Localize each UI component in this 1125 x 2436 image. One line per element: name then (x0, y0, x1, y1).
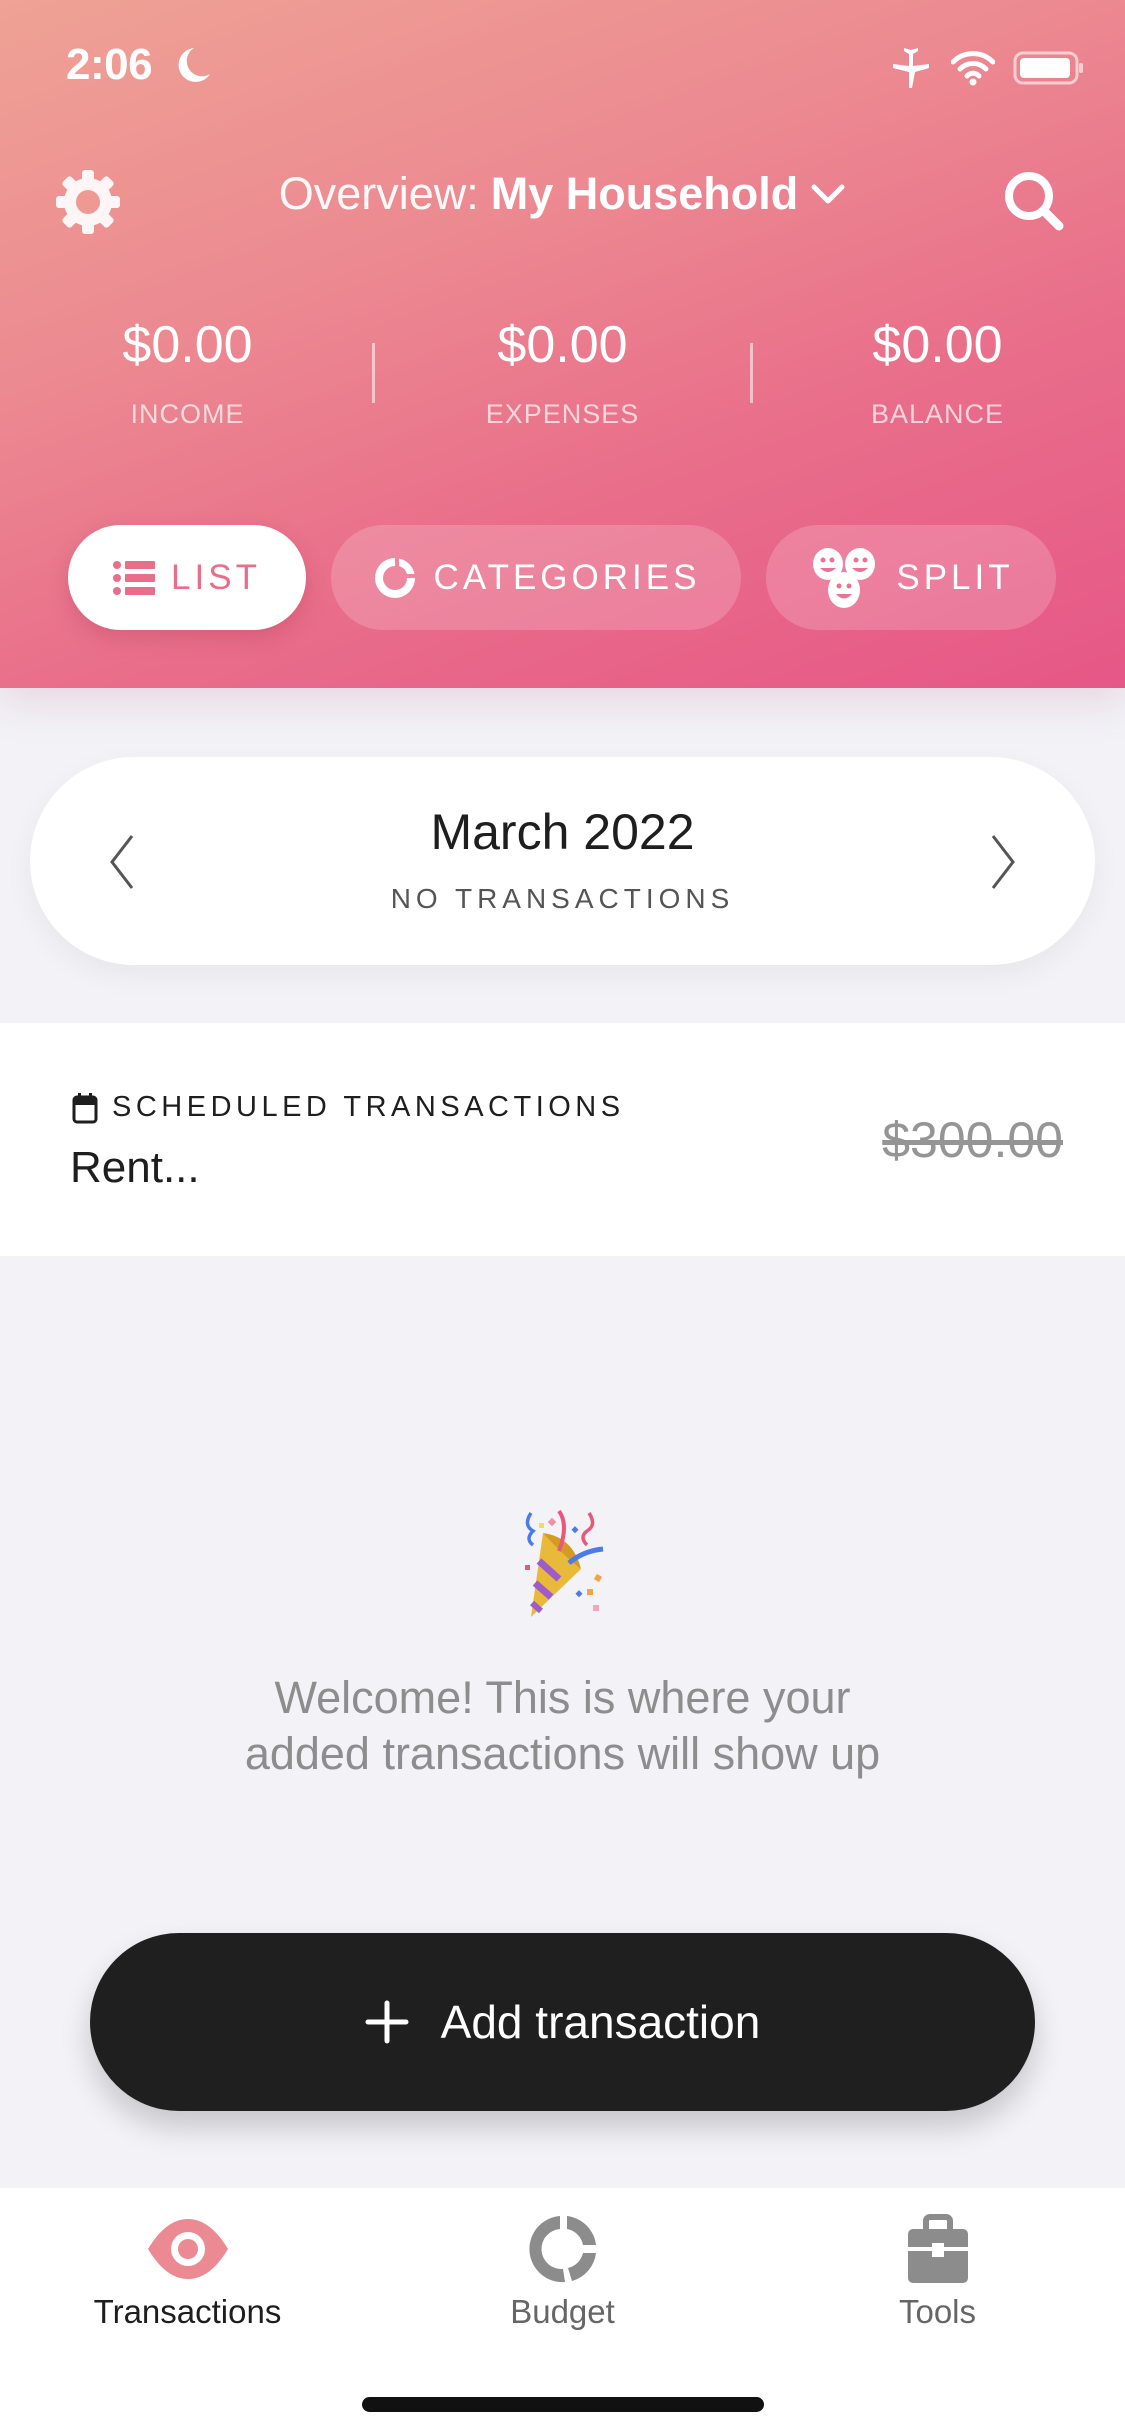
plus-icon (365, 2000, 409, 2044)
chevron-down-icon (811, 184, 845, 204)
add-transaction-label: Add transaction (440, 1996, 761, 2048)
home-indicator[interactable] (362, 2397, 764, 2412)
tabbar-transactions-label: Transactions (93, 2293, 282, 2330)
tabbar-tools[interactable]: Tools (750, 2188, 1125, 2338)
search-icon[interactable] (999, 166, 1067, 234)
tab-split[interactable]: SPLIT (766, 525, 1056, 630)
tab-list-label: LIST (171, 557, 261, 597)
scheduled-transactions[interactable]: SCHEDULED TRANSACTIONS Rent... $300.00 (0, 1023, 1125, 1256)
balance-summary: $0.00 BALANCE (750, 315, 1125, 445)
balance-label: BALANCE (870, 399, 1005, 429)
income-summary: $0.00 INCOME (0, 315, 375, 445)
chevron-right-icon[interactable] (983, 832, 1023, 892)
expenses-summary: $0.00 EXPENSES (375, 315, 750, 445)
summary-divider (372, 343, 375, 403)
calendar-icon (72, 1092, 98, 1123)
status-bar: 2:06 (0, 0, 1125, 130)
month-selector: March 2022 NO TRANSACTIONS (30, 757, 1095, 965)
party-popper-icon (524, 1509, 603, 1617)
donut-icon (528, 2216, 596, 2283)
tabbar-budget-label: Budget (510, 2293, 615, 2330)
summary-row: $0.00 INCOME $0.00 EXPENSES $0.00 BALANC… (0, 315, 1125, 445)
scheduled-title: SCHEDULED TRANSACTIONS (112, 1091, 625, 1123)
header: 2:06 Overview: My Household $0.00 INCOME… (0, 0, 1125, 688)
month-title: March 2022 (430, 804, 695, 860)
tab-categories[interactable]: CATEGORIES (331, 525, 741, 630)
faces-icon (813, 547, 876, 608)
nav-row: Overview: My Household (0, 150, 1125, 240)
status-icons (889, 48, 1085, 88)
tabbar-tools-label: Tools (898, 2293, 977, 2330)
tab-list[interactable]: LIST (68, 525, 306, 630)
income-amount: $0.00 (122, 316, 253, 374)
briefcase-icon (907, 2214, 968, 2283)
tabbar-budget[interactable]: Budget (375, 2188, 750, 2338)
welcome-line-1: Welcome! This is where your (274, 1672, 851, 1723)
tab-categories-label: CATEGORIES (433, 557, 701, 597)
welcome-line-2: added transactions will show up (244, 1728, 881, 1779)
tab-split-label: SPLIT (896, 557, 1014, 597)
household-name: My Household (490, 168, 799, 219)
month-subtitle: NO TRANSACTIONS (390, 883, 735, 914)
list-icon (113, 560, 156, 595)
view-tabs: LIST CATEGORIES SPLIT (68, 525, 1056, 630)
scheduled-header: SCHEDULED TRANSACTIONS (72, 1091, 625, 1124)
tabbar-transactions[interactable]: Transactions (0, 2188, 375, 2338)
household-selector[interactable]: Overview: My Household (0, 168, 1125, 220)
balance-amount: $0.00 (872, 316, 1003, 374)
wifi-icon (951, 51, 995, 86)
scheduled-amount: $300.00 (882, 1112, 1063, 1168)
income-label: INCOME (130, 399, 245, 429)
donut-icon (374, 557, 415, 598)
welcome-message: Welcome! This is where your added transa… (0, 1670, 1125, 1782)
add-transaction-button[interactable]: Add transaction (90, 1933, 1035, 2111)
summary-divider (750, 343, 753, 403)
status-time: 2:06 (66, 40, 153, 89)
battery-icon (1013, 51, 1083, 85)
scheduled-name: Rent... (70, 1143, 200, 1192)
airplane-icon (893, 48, 929, 88)
expenses-amount: $0.00 (497, 316, 628, 374)
eye-icon (147, 2219, 228, 2279)
expenses-label: EXPENSES (485, 399, 640, 429)
empty-state: Welcome! This is where your added transa… (0, 1505, 1125, 1782)
moon-icon (178, 48, 210, 82)
overview-label: Overview: (278, 168, 479, 219)
